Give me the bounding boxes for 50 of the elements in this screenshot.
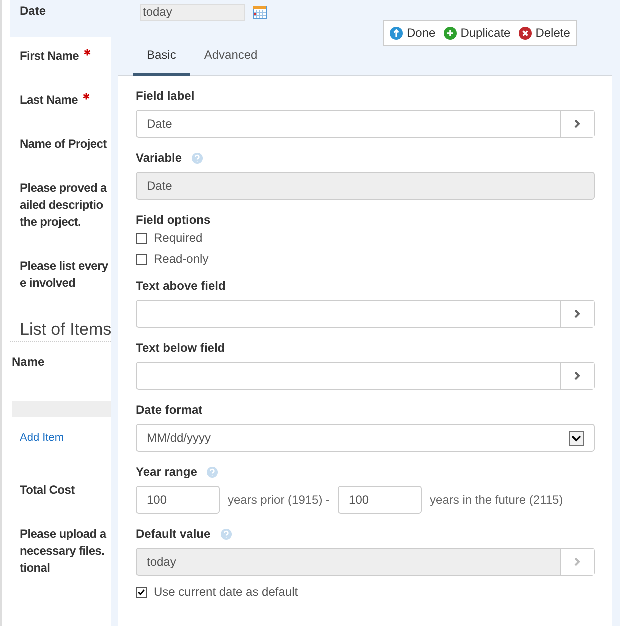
checkbox-label: Read-only — [154, 253, 209, 266]
checkbox-label: Required — [154, 232, 203, 245]
year-field[interactable]: 100 — [338, 486, 422, 514]
calendar-icon[interactable] — [253, 5, 267, 19]
toolbar-button[interactable]: Delete — [518, 26, 570, 40]
setting-label: Year range — [136, 464, 198, 480]
field-label: Total Cost — [20, 482, 75, 499]
close-icon — [518, 26, 532, 40]
checkbox[interactable] — [136, 587, 147, 598]
setting-label: Field label — [136, 88, 195, 104]
checkbox[interactable] — [136, 233, 147, 244]
range-text: years in the future (2115) — [430, 493, 564, 507]
field-label: First Name — [20, 48, 80, 65]
setting-label: Date format — [136, 402, 203, 418]
text-field[interactable] — [136, 362, 595, 390]
section-title: List of Items — [10, 319, 111, 342]
chevron-right-icon — [574, 309, 581, 319]
chevron-button[interactable] — [560, 363, 594, 389]
column-header: Name — [12, 354, 46, 371]
checkbox-label: Use current date as default — [154, 586, 298, 599]
setting-label: Text below field — [136, 340, 226, 356]
field-label: Name of Project — [20, 136, 107, 153]
plus-icon — [444, 26, 457, 40]
range-text: years prior (1915) - — [228, 493, 330, 507]
toolbar-button[interactable]: Done — [390, 26, 436, 40]
value-field[interactable]: today — [140, 4, 245, 21]
date-format-select[interactable]: MM/dd/yyyy — [136, 424, 595, 452]
field-label: Date — [20, 4, 48, 19]
chevron-right-icon — [574, 557, 581, 567]
chevron-right-icon — [574, 119, 581, 129]
text-field[interactable] — [136, 300, 595, 328]
chevron-right-icon — [574, 371, 581, 381]
year-field[interactable]: 100 — [136, 486, 220, 514]
setting-label: Default value — [136, 526, 211, 542]
checkbox[interactable] — [136, 254, 147, 265]
text-field[interactable]: Date — [136, 110, 595, 138]
setting-label: Text above field — [136, 278, 226, 294]
help-icon[interactable] — [207, 466, 218, 478]
field-label: Please proved a ailed descriptio the project. — [20, 180, 107, 231]
dropdown-icon[interactable] — [569, 430, 584, 446]
setting-label: Field options — [136, 212, 211, 228]
setting-label: Variable — [136, 150, 182, 166]
field-label: Please list every e involved — [20, 258, 108, 292]
add-item-link[interactable]: Add Item — [20, 430, 111, 447]
field-label: Please upload a necessary files. tional — [20, 526, 106, 577]
chevron-button[interactable] — [560, 301, 594, 327]
toolbar-button[interactable]: Duplicate — [444, 26, 511, 40]
chevron-button[interactable] — [560, 111, 594, 137]
field-label: Last Name — [20, 92, 78, 109]
tab[interactable]: Advanced — [190, 37, 272, 76]
